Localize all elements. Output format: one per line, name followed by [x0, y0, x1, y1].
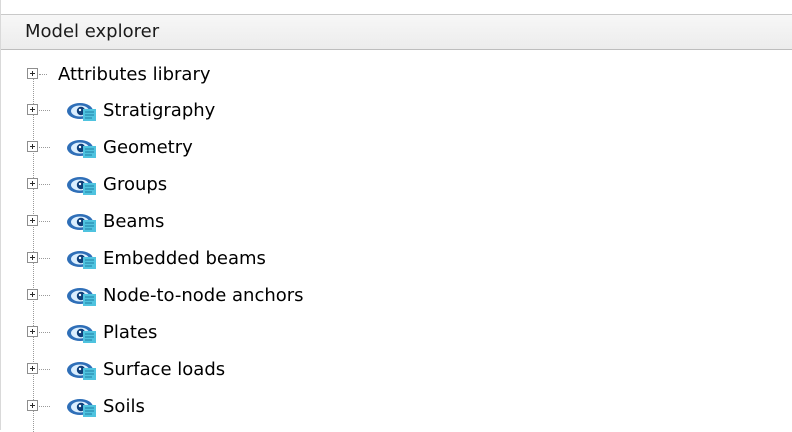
expand-icon[interactable]: [27, 215, 38, 226]
tree-item-surface-loads[interactable]: Surface loads: [1, 352, 792, 386]
tree-item-label: Beams: [103, 211, 165, 232]
tree-item-label: Attributes library: [58, 64, 211, 85]
visibility-eye-icon[interactable]: [65, 396, 99, 418]
tree-item-attributes-library[interactable]: Attributes library: [1, 57, 792, 91]
tree-item-node-to-node-anchors[interactable]: Node-to-node anchors: [1, 278, 792, 312]
tree-connector: [39, 184, 50, 185]
expand-icon[interactable]: [27, 326, 38, 337]
visibility-eye-icon[interactable]: [65, 359, 99, 381]
expand-icon[interactable]: [27, 289, 38, 300]
tree-item-label: Plates: [103, 322, 158, 343]
tree-item-stratigraphy[interactable]: Stratigraphy: [1, 93, 792, 127]
expand-icon[interactable]: [27, 178, 38, 189]
visibility-eye-icon[interactable]: [65, 322, 99, 344]
panel-header: Model explorer: [1, 14, 792, 50]
expand-icon[interactable]: [27, 104, 38, 115]
tree-connector: [39, 258, 50, 259]
tree-connector: [39, 406, 50, 407]
tree-item-label: Soils: [103, 396, 145, 417]
visibility-eye-icon[interactable]: [65, 137, 99, 159]
visibility-eye-icon[interactable]: [65, 100, 99, 122]
tree-item-soils[interactable]: Soils: [1, 389, 792, 423]
tree-item-label: Node-to-node anchors: [103, 285, 304, 306]
visibility-eye-icon[interactable]: [65, 211, 99, 233]
tree-item-geometry[interactable]: Geometry: [1, 130, 792, 164]
model-tree: Attributes library Stratigraphy Geometry…: [1, 50, 792, 432]
tree-item-label: Geometry: [103, 137, 193, 158]
tree-item-groups[interactable]: Groups: [1, 167, 792, 201]
tree-connector: [39, 332, 50, 333]
visibility-eye-icon[interactable]: [65, 174, 99, 196]
tree-connector: [39, 221, 50, 222]
expand-icon[interactable]: [27, 363, 38, 374]
panel-title: Model explorer: [25, 21, 160, 42]
tree-item-label: Groups: [103, 174, 168, 195]
expand-icon[interactable]: [27, 252, 38, 263]
expand-icon[interactable]: [27, 141, 38, 152]
tree-connector: [39, 110, 50, 111]
tree-item-plates[interactable]: Plates: [1, 315, 792, 349]
tree-item-beams[interactable]: Beams: [1, 204, 792, 238]
tree-connector: [39, 369, 50, 370]
tree-connector: [39, 295, 50, 296]
model-explorer-panel: Model explorer Attributes library Strati…: [0, 0, 792, 432]
visibility-eye-icon[interactable]: [65, 285, 99, 307]
tree-item-label: Surface loads: [103, 359, 226, 380]
tree-item-embedded-beams[interactable]: Embedded beams: [1, 241, 792, 275]
visibility-eye-icon[interactable]: [65, 248, 99, 270]
tree-connector: [39, 147, 50, 148]
expand-icon[interactable]: [27, 68, 38, 79]
tree-connector: [39, 74, 47, 75]
tree-item-label: Stratigraphy: [103, 100, 216, 121]
expand-icon[interactable]: [27, 400, 38, 411]
tree-item-label: Embedded beams: [103, 248, 266, 269]
